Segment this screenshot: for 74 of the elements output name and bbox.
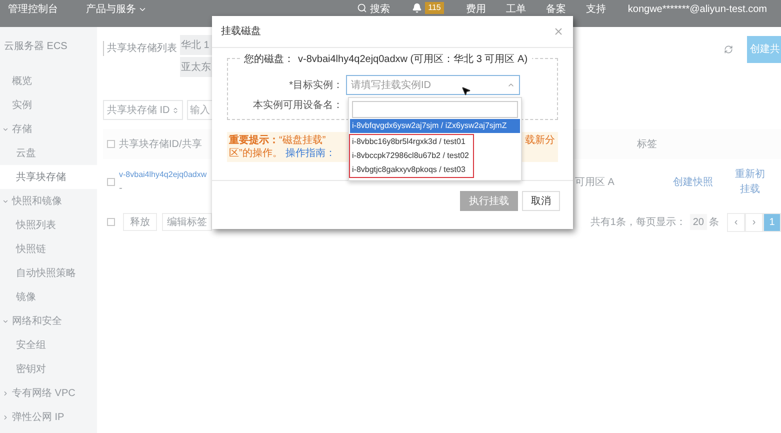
target-label: *目标实例： [288, 78, 344, 92]
cancel-button[interactable]: 取消 [522, 191, 560, 211]
column-header: 共享块存储ID/共享 [119, 138, 202, 150]
sidebar-item[interactable]: 存储 [0, 117, 97, 141]
device-label: 本实例可用设备名： [252, 98, 344, 113]
dialog-title: 挂载磁盘 [221, 24, 261, 39]
create-button[interactable]: 创建共 [747, 36, 781, 63]
sort-icon [172, 106, 179, 114]
products-menu[interactable]: 产品与服务 [86, 2, 147, 17]
sidebar-item[interactable]: 弹性公网 IP [0, 405, 97, 429]
bell-icon[interactable] [412, 3, 422, 13]
page-size-select[interactable]: 20 [690, 214, 707, 230]
unit-text: 条 [709, 216, 719, 230]
sidebar-item[interactable]: 密钥对 [0, 357, 97, 381]
instance-option[interactable]: i-8vbccpk72986cl8u67b2 / test02 [350, 149, 471, 163]
disk-text: v-8vbai4lhy4q2ejq0adxw (可用区：华北 3 可用区 A) [298, 52, 528, 67]
table-cell-text: 可用区 A [575, 176, 616, 190]
disk-label: 您的磁盘： [244, 53, 294, 67]
total-text: 共有1条，每页显示： [590, 216, 686, 230]
guide-link[interactable]: 操作指南： [285, 147, 336, 160]
sidebar-item[interactable]: 快照列表 [0, 213, 97, 237]
notification-badge: 115 [425, 2, 444, 14]
nav-link[interactable]: 支持 [586, 2, 606, 17]
tip-text: 重要提示：“磁盘挂载” [229, 134, 326, 147]
user-account[interactable]: kongwe*******@aliyun-test.com [628, 2, 767, 17]
footer-button[interactable]: 编辑标签 [162, 213, 212, 231]
instance-option[interactable]: i-8vbfqvgdx6ysw2aj7sjm / iZx6ysw2aj7sjmZ [350, 119, 520, 133]
filter-select[interactable]: 共享块存储 ID [103, 100, 183, 120]
search-link[interactable]: 搜索 [370, 2, 390, 17]
sidebar-item[interactable]: 网络和安全 [0, 309, 97, 333]
page-button[interactable]: ‹ [727, 212, 745, 232]
sidebar-item[interactable]: 快照链 [0, 237, 97, 261]
caret-up-icon [507, 81, 515, 89]
sidebar-item[interactable]: 实例 [0, 93, 97, 117]
tip-text: 载新分 [525, 134, 555, 147]
console-link[interactable]: 管理控制台 [8, 2, 58, 17]
nav-link[interactable]: 工单 [506, 2, 526, 17]
page-button[interactable]: 1 [763, 212, 781, 232]
sidebar-item[interactable]: 共享块存储 [0, 165, 97, 189]
nav-link[interactable]: 费用 [466, 2, 486, 17]
caret-down-icon [138, 5, 147, 14]
checkbox[interactable] [107, 178, 115, 186]
checkbox[interactable] [107, 140, 115, 148]
region-tab[interactable]: 华北 1 [180, 35, 213, 55]
footer-button[interactable]: 释放 [123, 213, 157, 231]
disk-id-link[interactable]: v-8vbai4lhy4q2ejq0adxw [119, 168, 207, 180]
table-cell-text: - [119, 182, 122, 196]
column-header: 标签 [637, 138, 657, 152]
refresh-icon[interactable] [724, 45, 733, 54]
page-title: 共享块存储列表 [103, 41, 177, 56]
instance-option[interactable]: i-8vbbc16y8br5l4rgxk3d / test01 [350, 135, 471, 149]
sidebar-item[interactable]: 快照和镜像 [0, 189, 97, 213]
search-icon[interactable] [357, 3, 368, 13]
filter-input[interactable]: 输入 [187, 100, 213, 120]
tip-text: 区”的操作。 [229, 147, 282, 160]
page-button[interactable]: › [745, 212, 763, 232]
action-link[interactable]: 重新初 [735, 167, 765, 182]
sidebar-item[interactable]: 云盘 [0, 141, 97, 165]
checkbox[interactable] [107, 218, 115, 226]
instance-select[interactable]: 请填写挂载实例ID [346, 75, 520, 95]
sidebar-title: 云服务器 ECS [3, 40, 68, 54]
instance-option[interactable]: i-8vbgtjc8gakxyv8pkoqs / test03 [350, 163, 471, 177]
action-link[interactable]: 创建快照 [673, 174, 713, 190]
region-tab[interactable]: 亚太东 [180, 57, 213, 77]
sidebar-item[interactable]: 安全组 [0, 333, 97, 357]
close-icon[interactable] [553, 26, 564, 37]
cursor-icon [461, 86, 471, 96]
nav-link[interactable]: 备案 [546, 2, 566, 17]
sidebar-item[interactable]: 专有网络 VPC [0, 381, 97, 405]
sidebar-item[interactable]: 概览 [0, 69, 97, 93]
sidebar-item[interactable]: 镜像 [0, 285, 97, 309]
dropdown-search-field[interactable] [352, 101, 518, 118]
sidebar-item[interactable]: 自动快照策略 [0, 261, 97, 285]
action-link[interactable]: 挂载 [740, 182, 760, 197]
